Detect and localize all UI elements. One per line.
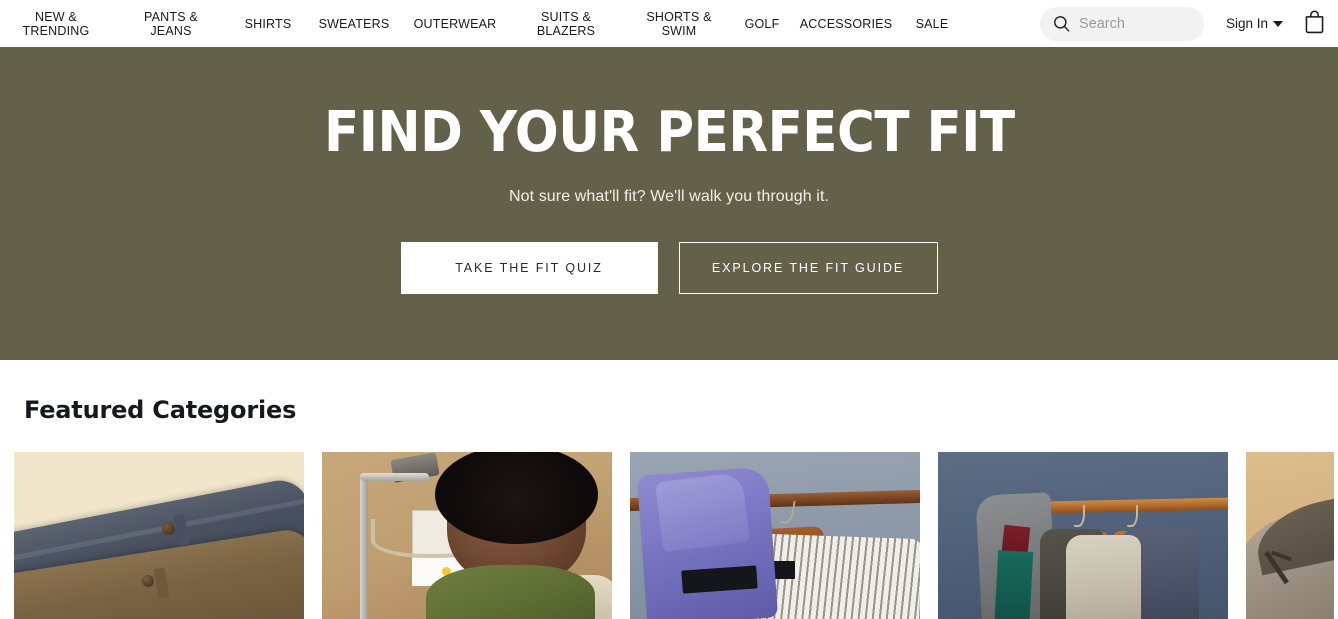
model-hair bbox=[435, 452, 598, 544]
garment-rack-post bbox=[359, 473, 368, 619]
pants-image bbox=[14, 452, 304, 619]
featured-categories-section: Featured Categories bbox=[0, 360, 1338, 619]
cream-coat bbox=[1065, 534, 1141, 619]
sign-in-menu[interactable]: Sign In bbox=[1226, 16, 1283, 31]
purple-shirt-fold bbox=[655, 471, 750, 553]
category-card-shirts[interactable] bbox=[630, 452, 920, 619]
nav-new-trending[interactable]: NEW & TRENDING bbox=[0, 10, 112, 38]
hanger-hook-right bbox=[1126, 504, 1138, 527]
nav-sale[interactable]: SALE bbox=[902, 17, 962, 31]
outerwear-image bbox=[938, 452, 1228, 619]
category-card-pants[interactable] bbox=[14, 452, 304, 619]
category-card-suits[interactable] bbox=[1246, 452, 1334, 619]
top-navigation-bar: NEW & TRENDING PANTS & JEANS SHIRTS SWEA… bbox=[0, 0, 1338, 47]
search-icon bbox=[1052, 14, 1071, 33]
nav-sweaters[interactable]: SWEATERS bbox=[306, 17, 402, 31]
nav-pants-jeans[interactable]: PANTS & JEANS bbox=[112, 10, 230, 38]
nav-accessories[interactable]: ACCESSORIES bbox=[790, 17, 902, 31]
shirts-image bbox=[630, 452, 920, 619]
nav-golf[interactable]: GOLF bbox=[734, 17, 790, 31]
nav-suits-blazers[interactable]: SUITS & BLAZERS bbox=[508, 10, 624, 38]
green-vest bbox=[993, 549, 1033, 619]
garment-rack-bar bbox=[359, 473, 430, 482]
category-card-sweaters[interactable] bbox=[322, 452, 612, 619]
nav-utility-group: Sign In bbox=[1039, 6, 1338, 41]
sweaters-image bbox=[322, 452, 612, 619]
brown-button bbox=[141, 575, 154, 588]
nav-shorts-swim[interactable]: SHORTS & SWIM bbox=[624, 10, 734, 38]
hanger-hook bbox=[779, 498, 796, 525]
explore-the-fit-guide-button[interactable]: EXPLORE THE FIT GUIDE bbox=[678, 242, 938, 294]
hero-cta-group: TAKE THE FIT QUIZ EXPLORE THE FIT GUIDE bbox=[400, 242, 938, 294]
chevron-down-icon bbox=[1273, 20, 1283, 27]
take-the-fit-quiz-button[interactable]: TAKE THE FIT QUIZ bbox=[400, 242, 658, 294]
shopping-bag-button[interactable] bbox=[1303, 9, 1326, 39]
featured-categories-carousel[interactable] bbox=[0, 452, 1338, 619]
nav-shirts[interactable]: SHIRTS bbox=[230, 17, 306, 31]
hero-title: FIND YOUR PERFECT FIT bbox=[323, 100, 1015, 165]
sign-in-label: Sign In bbox=[1225, 16, 1268, 31]
shopping-bag-icon bbox=[1303, 9, 1326, 39]
nav-outerwear[interactable]: OUTERWEAR bbox=[402, 17, 508, 31]
suits-image bbox=[1246, 452, 1334, 619]
olive-sweater bbox=[426, 564, 595, 619]
hanger-hook-left bbox=[1074, 504, 1086, 527]
search-input[interactable] bbox=[1078, 15, 1189, 32]
featured-categories-heading: Featured Categories bbox=[24, 396, 297, 424]
hero-banner: FIND YOUR PERFECT FIT Not sure what'll f… bbox=[0, 47, 1338, 360]
hero-subtitle: Not sure what'll fit? We'll walk you thr… bbox=[508, 188, 830, 205]
search-box[interactable] bbox=[1039, 6, 1204, 41]
category-card-outerwear[interactable] bbox=[938, 452, 1228, 619]
primary-nav-links: NEW & TRENDING PANTS & JEANS SHIRTS SWEA… bbox=[0, 0, 962, 47]
